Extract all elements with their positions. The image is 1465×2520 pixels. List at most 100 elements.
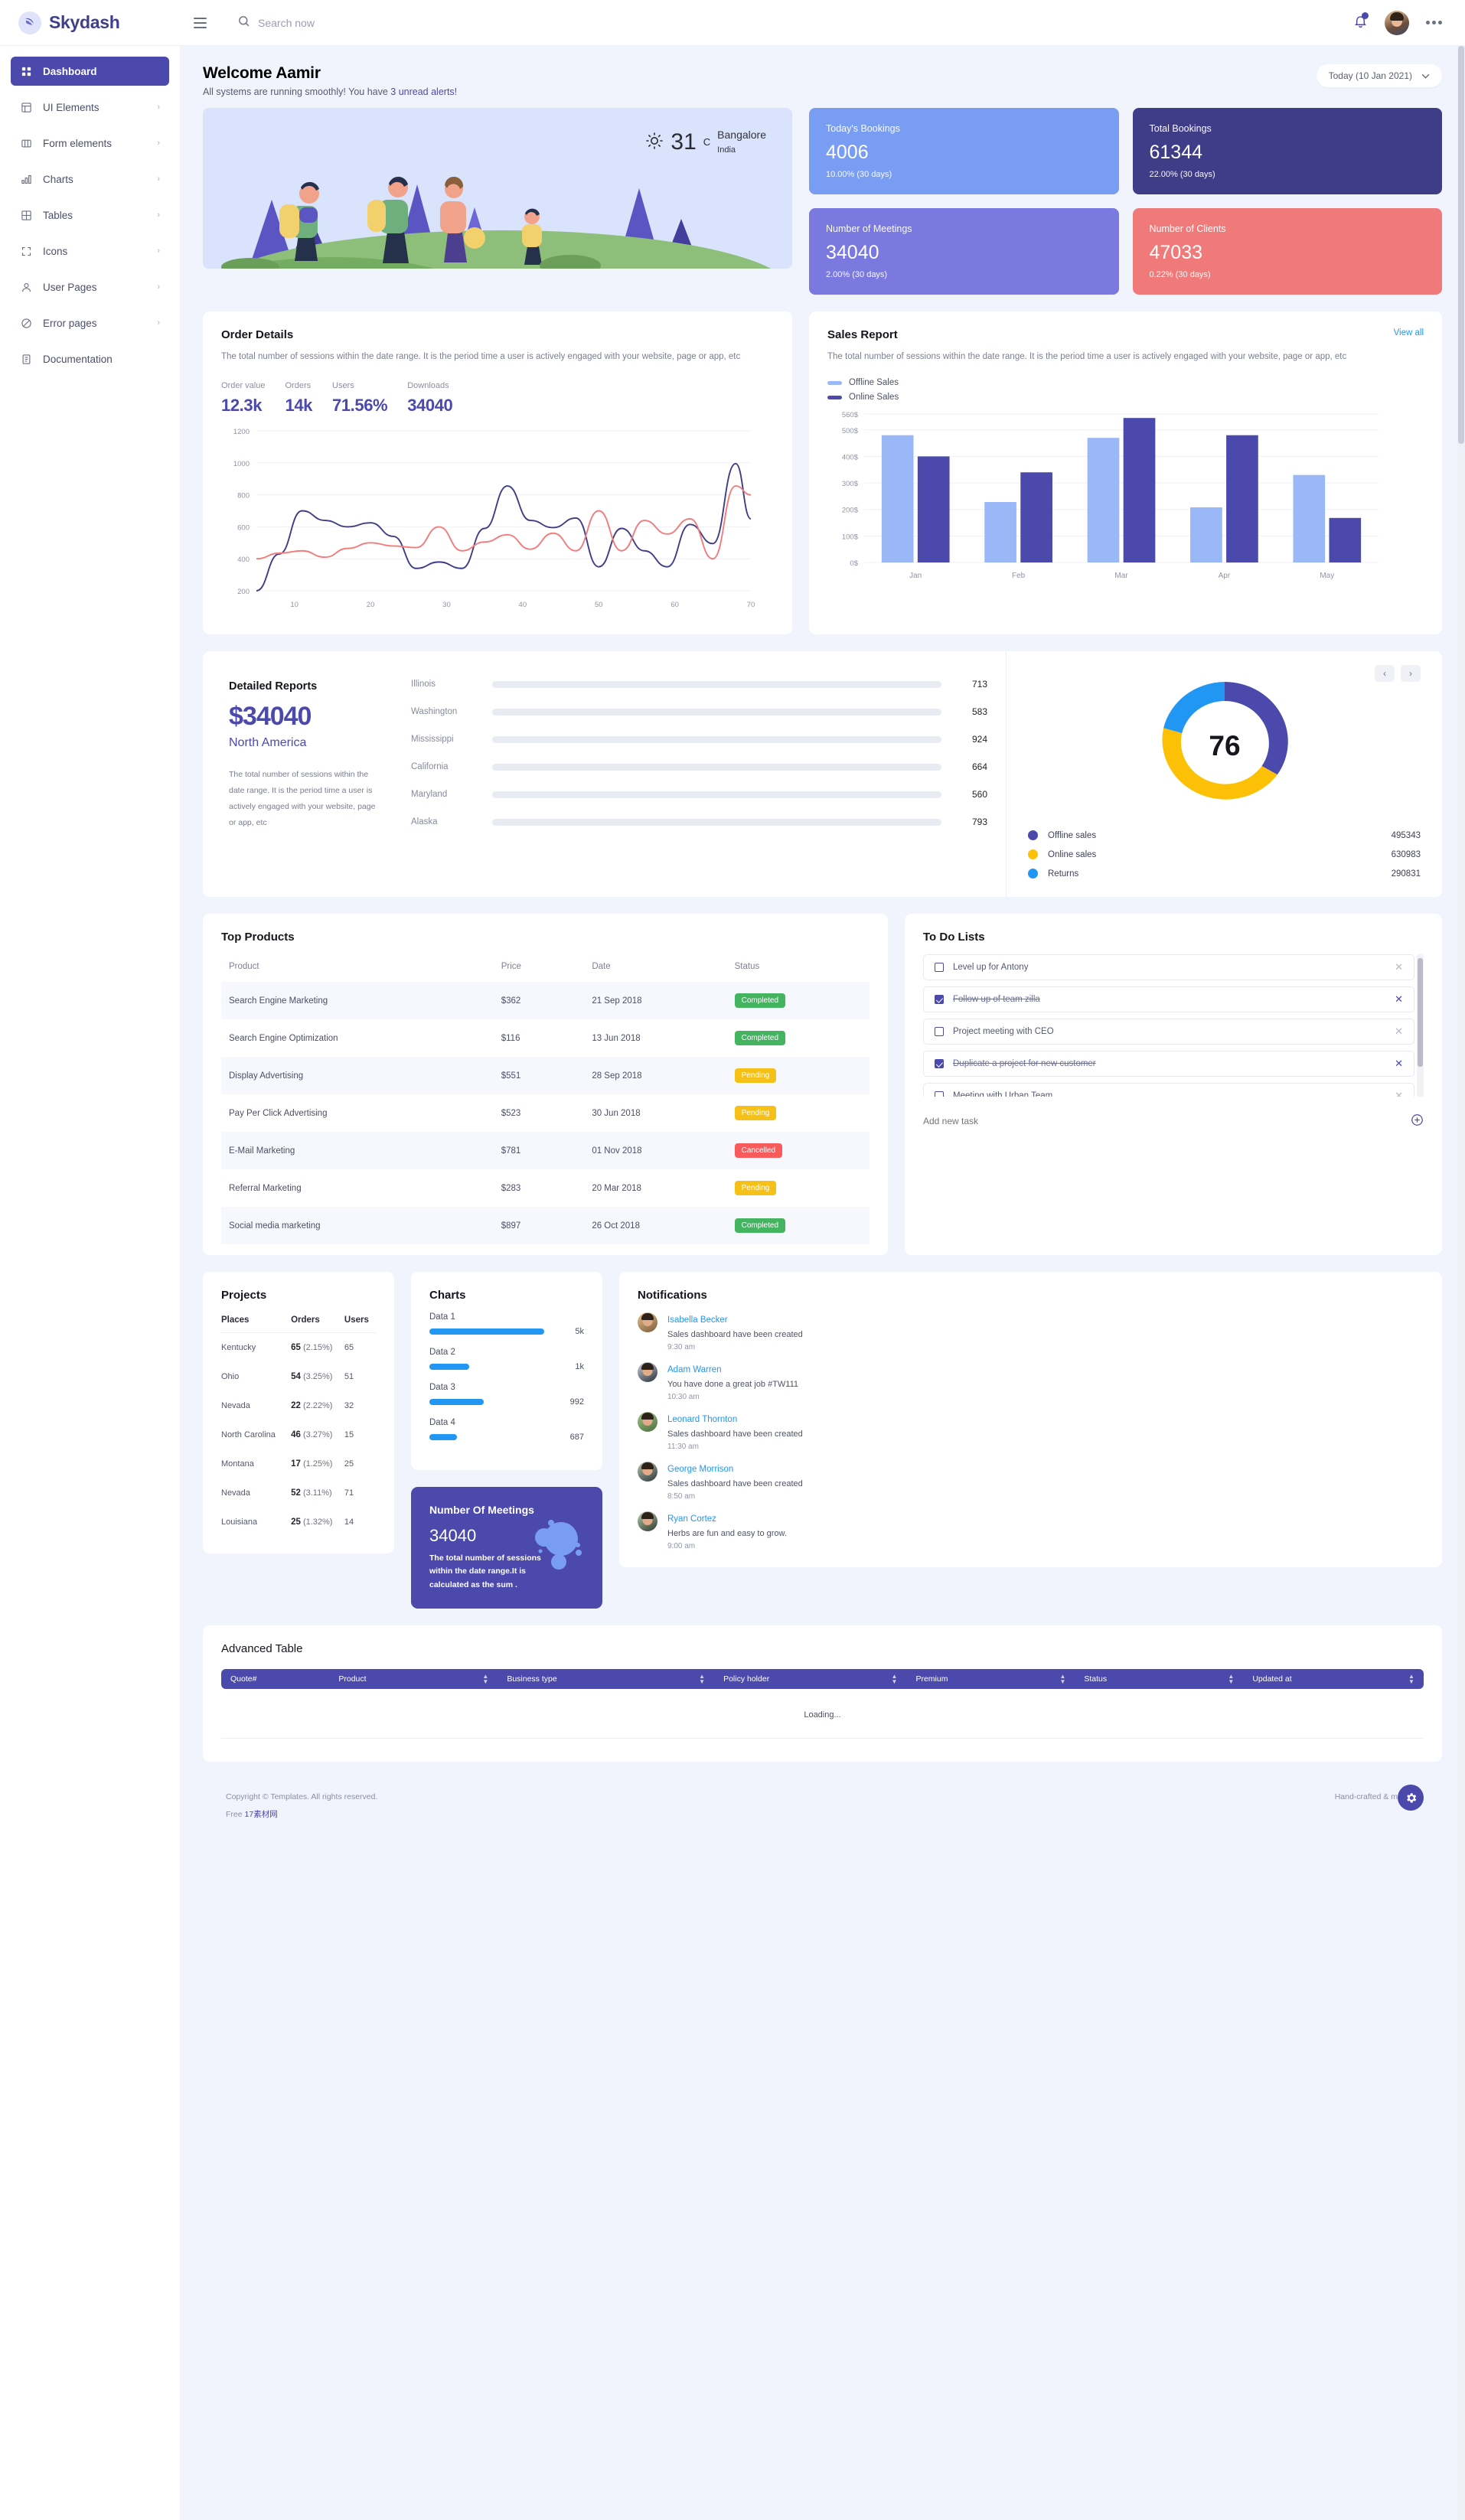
close-icon[interactable]: ✕: [1395, 993, 1403, 1006]
table-row[interactable]: Montana 17 (1.25%) 25: [221, 1449, 376, 1478]
todo-checkbox[interactable]: [935, 963, 944, 973]
chart-bar-group: Data 4 687: [429, 1418, 584, 1442]
bottom-widgets-row: Projects Places Orders Users Kentucky 65 …: [203, 1272, 1442, 1609]
sidebar-item-error-pages[interactable]: Error pages ›: [11, 308, 169, 337]
notifications-card: Notifications Isabella Becker Sales dashb…: [619, 1272, 1442, 1568]
notification-time: 10:30 am: [667, 1393, 700, 1402]
table-row[interactable]: North Carolina 46 (3.27%) 15: [221, 1420, 376, 1449]
table-row[interactable]: Kentucky 65 (2.15%) 65: [221, 1333, 376, 1363]
avatar[interactable]: [1385, 10, 1409, 35]
table-row[interactable]: Search Engine Optimization $116 13 Jun 201…: [221, 1019, 870, 1057]
more-options-icon[interactable]: [1426, 21, 1442, 24]
chevron-left-icon[interactable]: ‹: [1375, 665, 1395, 683]
sort-icon[interactable]: ▲ ▼: [482, 1673, 488, 1684]
brand-logo-area[interactable]: Skydash: [0, 11, 180, 34]
plus-circle-icon[interactable]: [1411, 1113, 1424, 1129]
todo-checkbox[interactable]: [935, 1091, 944, 1097]
todo-item[interactable]: Project meeting with CEO ✕: [923, 1019, 1414, 1045]
sidebar-item-icons[interactable]: Icons ›: [11, 236, 169, 266]
sidebar-item-charts[interactable]: Charts ›: [11, 165, 169, 194]
column-header-product[interactable]: Product ▲ ▼: [329, 1673, 498, 1684]
column-header-business-type[interactable]: Business type ▲ ▼: [498, 1673, 714, 1684]
sort-icon[interactable]: ▲ ▼: [699, 1673, 705, 1684]
stat-card-todays-bookings[interactable]: Today's Bookings 4006 10.00% (30 days): [809, 108, 1119, 194]
table-row[interactable]: Social media marketing $897 26 Oct 2018 Com…: [221, 1207, 870, 1245]
table-row[interactable]: E-Mail Marketing $781 01 Nov 2018 Cancelled: [221, 1132, 870, 1170]
close-icon[interactable]: ✕: [1395, 1058, 1403, 1070]
sidebar-item-tables[interactable]: Tables ›: [11, 200, 169, 230]
column-header-premium[interactable]: Premium ▲ ▼: [906, 1673, 1075, 1684]
free-link[interactable]: 17素材网: [245, 1810, 278, 1819]
ban-icon: [20, 317, 32, 329]
sidebar-item-form-elements[interactable]: Form elements ›: [11, 129, 169, 158]
table-row[interactable]: Display Advertising $551 28 Sep 2018 Pendin…: [221, 1057, 870, 1095]
gear-icon[interactable]: [1398, 1785, 1424, 1811]
chart-bar-group: Data 3 992: [429, 1383, 584, 1407]
todo-item[interactable]: Duplicate a project for new customer ✕: [923, 1051, 1414, 1077]
close-icon[interactable]: ✕: [1395, 1025, 1403, 1038]
todo-item[interactable]: Follow up of team zilla ✕: [923, 986, 1414, 1013]
card-title: To Do Lists: [923, 931, 985, 944]
table-row[interactable]: Louisiana 25 (1.32%) 14: [221, 1508, 376, 1537]
todo-item[interactable]: Meeting with Urban Team ✕: [923, 1083, 1414, 1097]
corners-icon: [20, 245, 32, 257]
add-task-input[interactable]: [923, 1116, 1411, 1127]
sort-icon[interactable]: ▲ ▼: [1408, 1673, 1414, 1684]
stat-card-number-of-clients[interactable]: Number of Clients 47033 0.22% (30 days): [1132, 208, 1442, 295]
table-row[interactable]: Search Engine Marketing $362 21 Sep 2018 Co…: [221, 982, 870, 1020]
sidebar-item-label: Error pages: [43, 317, 97, 329]
notification-author[interactable]: Leonard Thornton: [667, 1415, 737, 1424]
sort-icon[interactable]: ▲ ▼: [1228, 1673, 1234, 1684]
table-row[interactable]: Nevada 22 (2.22%) 32: [221, 1391, 376, 1420]
page-scrollbar[interactable]: [1457, 46, 1465, 2520]
sidebar-item-ui-elements[interactable]: UI Elements ›: [11, 93, 169, 122]
notification-item[interactable]: George Morrison Sales dashboard have been…: [638, 1462, 1424, 1501]
table-row[interactable]: Pay Per Click Advertising $523 30 Jun 2018…: [221, 1094, 870, 1132]
todo-checkbox[interactable]: [935, 1059, 944, 1069]
progress-track: [492, 680, 941, 688]
progress-row: Alaska 793: [411, 817, 987, 827]
sort-icon[interactable]: ▲ ▼: [1059, 1673, 1065, 1684]
date-range-picker[interactable]: Today (10 Jan 2021): [1316, 64, 1442, 87]
notification-item[interactable]: Ryan Cortez Herbs are fun and easy to gro…: [638, 1511, 1424, 1550]
notification-item[interactable]: Adam Warren You have done a great job #TW…: [638, 1362, 1424, 1401]
hamburger-icon[interactable]: [194, 17, 207, 28]
column-header-policy-holder[interactable]: Policy holder ▲ ▼: [714, 1673, 906, 1684]
notification-author[interactable]: George Morrison: [667, 1465, 733, 1474]
notification-author[interactable]: Ryan Cortez: [667, 1514, 716, 1524]
cell-product: Search Engine Optimization: [229, 1033, 338, 1043]
notification-item[interactable]: Leonard Thornton Sales dashboard have bee…: [638, 1412, 1424, 1451]
sidebar-item-documentation[interactable]: Documentation: [11, 344, 169, 373]
progress-row: California 664: [411, 761, 987, 772]
card-title: Advanced Table: [221, 1642, 303, 1656]
sidebar-item-user-pages[interactable]: User Pages ›: [11, 272, 169, 302]
column-header-status[interactable]: Status ▲ ▼: [1075, 1673, 1243, 1684]
sort-icon[interactable]: ▲ ▼: [892, 1673, 898, 1684]
todo-scrollbar[interactable]: [1417, 954, 1424, 1097]
bell-icon[interactable]: [1353, 11, 1369, 32]
table-row[interactable]: Nevada 52 (3.11%) 71: [221, 1478, 376, 1508]
view-all-link[interactable]: View all: [1394, 328, 1424, 337]
stat-card-total-bookings[interactable]: Total Bookings 61344 22.00% (30 days): [1132, 108, 1442, 194]
svg-text:30: 30: [442, 601, 451, 609]
stat-card-number-of-meetings[interactable]: Number of Meetings 34040 2.00% (30 days): [809, 208, 1119, 295]
progress-label: Mississippi: [411, 735, 454, 745]
column-header-updated-at[interactable]: Updated at ▲ ▼: [1243, 1673, 1424, 1684]
table-row[interactable]: Referral Marketing $283 20 Mar 2018 Pending: [221, 1169, 870, 1207]
sidebar-item-dashboard[interactable]: Dashboard: [11, 57, 169, 86]
notification-item[interactable]: Isabella Becker Sales dashboard have been…: [638, 1312, 1424, 1351]
search-area[interactable]: [237, 15, 442, 31]
close-icon[interactable]: ✕: [1395, 961, 1403, 973]
chevron-right-icon[interactable]: ›: [1401, 665, 1421, 683]
search-input[interactable]: [258, 16, 442, 29]
table-row[interactable]: Ohio 54 (3.25%) 51: [221, 1362, 376, 1391]
notification-author[interactable]: Isabella Becker: [667, 1315, 728, 1325]
close-icon[interactable]: ✕: [1395, 1090, 1403, 1097]
todo-checkbox[interactable]: [935, 995, 944, 1005]
notification-author[interactable]: Adam Warren: [667, 1365, 722, 1374]
todo-checkbox[interactable]: [935, 1027, 944, 1037]
chevron-right-icon: ›: [157, 103, 160, 112]
column-header-quote[interactable]: Quote#: [221, 1674, 329, 1684]
unread-alerts-link[interactable]: 3 unread alerts!: [390, 86, 457, 97]
todo-item[interactable]: Level up for Antony ✕: [923, 954, 1414, 981]
